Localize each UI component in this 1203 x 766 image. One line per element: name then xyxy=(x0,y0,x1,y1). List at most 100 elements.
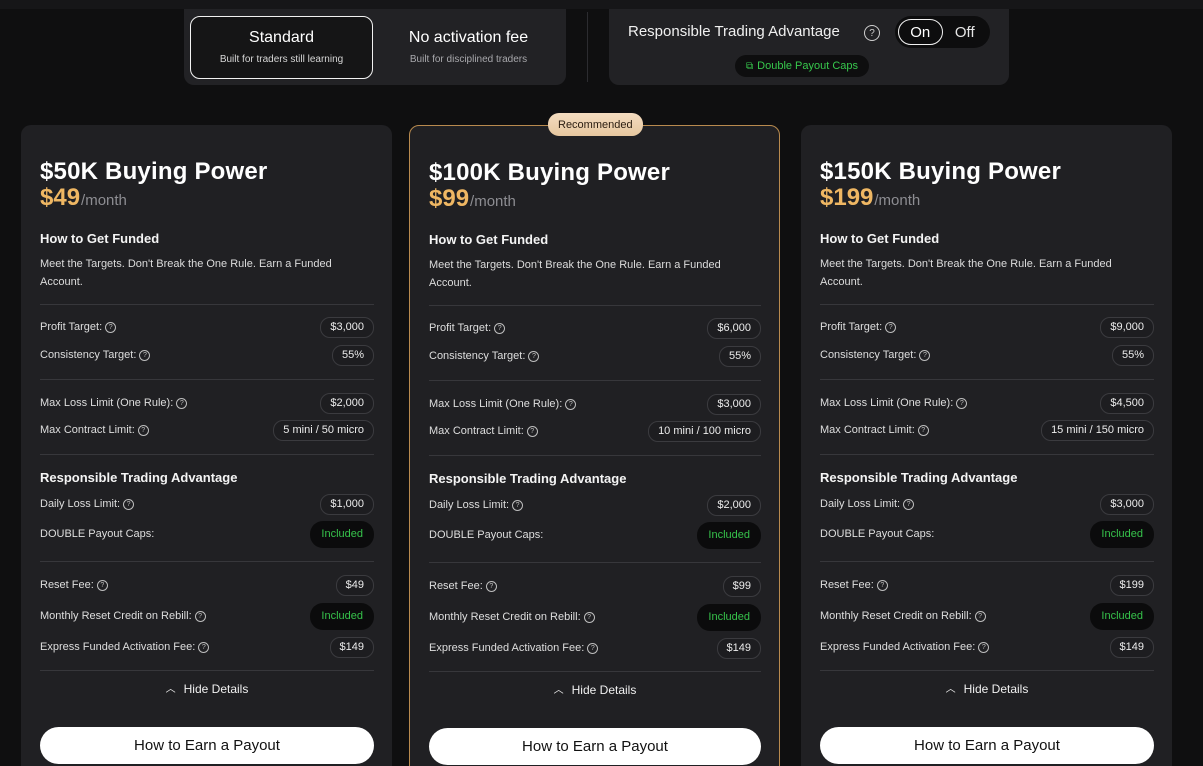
switch-off-option[interactable]: Off xyxy=(943,24,987,41)
help-icon[interactable]: ? xyxy=(194,610,206,622)
double-payout-caps-badge: ⧉ Double Payout Caps xyxy=(735,55,870,77)
row-consistency-target: Consistency Target:? 55% xyxy=(40,344,374,366)
row-label: Monthly Reset Credit on Rebill: xyxy=(40,610,192,622)
row-profit-target: Profit Target:? $6,000 xyxy=(429,317,761,339)
help-icon[interactable]: ? xyxy=(494,322,506,334)
help-icon[interactable]: ? xyxy=(956,397,968,409)
row-value: $1,000 xyxy=(320,493,374,515)
row-value: $2,000 xyxy=(320,392,374,414)
row-label: Profit Target: xyxy=(429,322,492,334)
help-icon[interactable]: ? xyxy=(919,349,931,361)
earn-payout-button[interactable]: How to Earn a Payout xyxy=(429,728,761,765)
help-icon[interactable]: ? xyxy=(583,611,595,623)
row-max-loss-limit: Max Loss Limit (One Rule):? $2,000 xyxy=(40,392,374,414)
row-value: $149 xyxy=(716,637,761,659)
plan-option-standard[interactable]: Standard Built for traders still learnin… xyxy=(190,15,374,79)
divider xyxy=(429,305,761,306)
row-label: Daily Loss Limit: xyxy=(429,499,510,511)
badge-label: Double Payout Caps xyxy=(757,60,859,72)
divider xyxy=(40,304,374,305)
price-period: /month xyxy=(470,193,516,210)
row-value: $3,000 xyxy=(707,393,761,415)
row-activation-fee: Express Funded Activation Fee:? $149 xyxy=(820,636,1154,658)
hide-details-button[interactable]: ︿ Hide Details xyxy=(429,682,761,697)
card-title: $50K Buying Power xyxy=(40,158,268,185)
row-daily-loss-limit: Daily Loss Limit:? $2,000 xyxy=(429,494,761,516)
plan-option-title: No activation fee xyxy=(408,29,529,46)
hide-details-label: Hide Details xyxy=(183,681,249,696)
rta-title: Responsible Trading Advantage xyxy=(628,23,840,40)
row-label: Express Funded Activation Fee: xyxy=(820,641,976,653)
help-icon[interactable]: ? xyxy=(198,641,210,653)
row-consistency-target: Consistency Target:? 55% xyxy=(429,345,761,367)
help-icon[interactable]: ? xyxy=(512,499,524,511)
row-value: $199 xyxy=(1109,574,1154,596)
divider xyxy=(820,454,1154,455)
row-daily-loss-limit: Daily Loss Limit:? $3,000 xyxy=(820,493,1154,515)
help-icon[interactable]: ? xyxy=(526,425,538,437)
divider xyxy=(820,304,1154,305)
divider xyxy=(820,670,1154,671)
help-icon[interactable]: ? xyxy=(587,642,599,654)
row-reset-fee: Reset Fee:? $199 xyxy=(820,574,1154,596)
plan-option-no-activation-fee[interactable]: No activation fee Built for disciplined … xyxy=(377,16,560,79)
row-daily-loss-limit: Daily Loss Limit:? $1,000 xyxy=(40,493,374,515)
card-price: $49/month xyxy=(40,184,127,212)
row-max-loss-limit: Max Loss Limit (One Rule):? $4,500 xyxy=(820,392,1154,414)
help-icon[interactable]: ? xyxy=(864,25,880,41)
divider xyxy=(820,561,1154,562)
help-icon[interactable]: ? xyxy=(876,579,888,591)
help-icon[interactable]: ? xyxy=(565,398,577,410)
row-label: Monthly Reset Credit on Rebill: xyxy=(429,611,581,623)
price-period: /month xyxy=(81,192,127,209)
help-icon[interactable]: ? xyxy=(903,498,915,510)
divider xyxy=(429,455,761,456)
row-label: Max Contract Limit: xyxy=(40,424,135,436)
help-icon[interactable]: ? xyxy=(485,580,497,592)
help-icon[interactable]: ? xyxy=(974,610,986,622)
how-to-get-funded-heading: How to Get Funded xyxy=(40,231,160,246)
help-icon[interactable]: ? xyxy=(96,579,108,591)
help-icon[interactable]: ? xyxy=(176,397,188,409)
card-price: $99/month xyxy=(429,185,516,213)
price-period: /month xyxy=(874,192,921,209)
row-consistency-target: Consistency Target:? 55% xyxy=(820,344,1154,366)
help-icon[interactable]: ? xyxy=(123,498,135,510)
row-value: $3,000 xyxy=(320,316,374,338)
help-icon[interactable]: ? xyxy=(917,424,929,436)
row-value: $2,000 xyxy=(707,494,761,516)
rta-heading: Responsible Trading Advantage xyxy=(429,471,627,486)
divider xyxy=(820,379,1154,380)
rta-switch[interactable]: On Off xyxy=(895,16,990,48)
rta-toggle-panel: Responsible Trading Advantage ? On Off ⧉… xyxy=(609,9,1009,85)
card-title: $100K Buying Power xyxy=(429,159,671,186)
help-icon[interactable]: ? xyxy=(139,349,151,361)
help-icon[interactable]: ? xyxy=(105,321,117,333)
help-icon[interactable]: ? xyxy=(885,321,897,333)
help-icon[interactable]: ? xyxy=(137,424,149,436)
how-to-get-funded-heading: How to Get Funded xyxy=(429,232,549,247)
help-icon[interactable]: ? xyxy=(528,350,540,362)
hide-details-button[interactable]: ︿ Hide Details xyxy=(40,681,374,696)
row-activation-fee: Express Funded Activation Fee:? $149 xyxy=(429,637,761,659)
row-value: 10 mini / 100 micro xyxy=(648,420,761,442)
plan-option-subtitle: Built for traders still learning xyxy=(219,54,344,65)
row-label: DOUBLE Payout Caps: xyxy=(820,528,935,540)
earn-payout-button[interactable]: How to Earn a Payout xyxy=(820,727,1154,764)
row-label: DOUBLE Payout Caps: xyxy=(429,529,544,541)
row-value: $149 xyxy=(1109,636,1154,658)
hide-details-button[interactable]: ︿ Hide Details xyxy=(820,681,1154,696)
chevron-up-icon: ︿ xyxy=(945,684,956,695)
row-value: $149 xyxy=(329,636,374,658)
row-label: Max Loss Limit (One Rule): xyxy=(40,397,174,409)
earn-payout-button[interactable]: How to Earn a Payout xyxy=(40,727,374,764)
card-price: $199/month xyxy=(820,184,920,212)
row-label: Max Loss Limit (One Rule): xyxy=(429,398,563,410)
price-value: $199 xyxy=(820,184,874,211)
row-label: Daily Loss Limit: xyxy=(820,498,901,510)
header-divider xyxy=(587,12,588,82)
help-icon[interactable]: ? xyxy=(978,641,990,653)
switch-on-option[interactable]: On xyxy=(898,19,943,45)
row-value: $9,000 xyxy=(1100,316,1154,338)
included-badge: Included xyxy=(1090,602,1154,630)
